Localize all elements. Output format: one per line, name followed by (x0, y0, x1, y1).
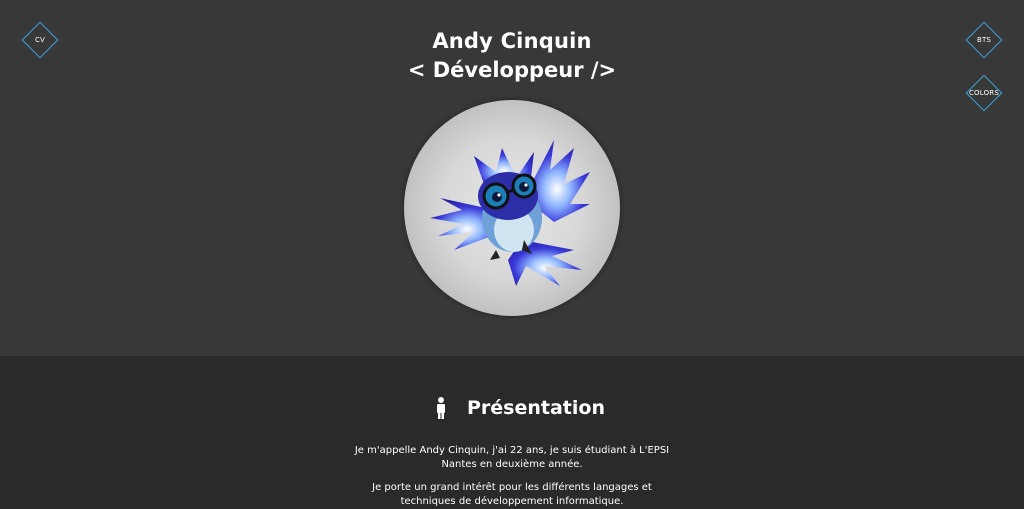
person-icon (437, 397, 445, 419)
colors-button-label[interactable]: COLORS (954, 89, 1014, 97)
page-title: Andy Cinquin (432, 29, 592, 53)
owl-mascot-icon (430, 140, 590, 286)
page-subtitle: < Développeur /> (407, 58, 617, 82)
presentation-paragraph-2: Je porte un grand intérêt pour les diffé… (372, 482, 652, 507)
presentation-title: Présentation (467, 397, 605, 419)
presentation-paragraph-1: Je m'appelle Andy Cinquin, j'ai 22 ans, … (354, 445, 670, 470)
avatar (404, 100, 620, 316)
presentation-section (0, 356, 1024, 500)
